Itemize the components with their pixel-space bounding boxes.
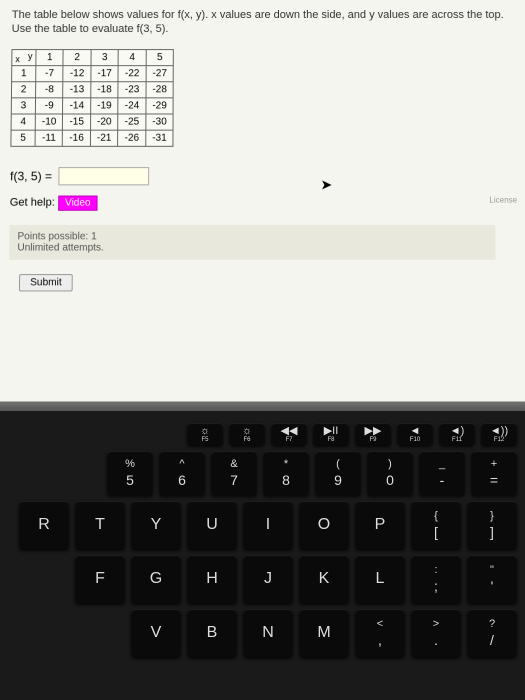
key-B: B bbox=[187, 609, 237, 657]
key-N: N bbox=[243, 609, 293, 657]
fkey-F8: ▶IIF8 bbox=[313, 423, 349, 445]
video-button[interactable]: Video bbox=[58, 195, 98, 210]
letter-row-1: RTYUIOP{[}] bbox=[0, 501, 517, 549]
help-row: Get help: Video License bbox=[10, 195, 516, 210]
letter-row-2: FGHJKL:;"' bbox=[0, 555, 517, 603]
submit-button[interactable]: Submit bbox=[19, 274, 73, 291]
fkey-F11: ◄)F11 bbox=[439, 423, 475, 445]
key-G: G bbox=[131, 555, 181, 603]
y-header: 3 bbox=[91, 49, 119, 65]
key-L: L bbox=[355, 555, 405, 603]
key-T: T bbox=[75, 501, 125, 549]
key-bracket-left: {[ bbox=[411, 501, 461, 549]
key-J: J bbox=[243, 555, 293, 603]
function-table: y x 1 2 3 4 5 1 -7 -12 -17 -22 -27 2 -8 … bbox=[10, 49, 174, 147]
key-period: >. bbox=[411, 609, 461, 657]
key-H: H bbox=[187, 555, 237, 603]
table-row: 1 -7 -12 -17 -22 -27 bbox=[12, 65, 174, 81]
key-Y: Y bbox=[131, 501, 181, 549]
table-row: 3 -9 -14 -19 -24 -29 bbox=[11, 97, 173, 113]
y-header: 5 bbox=[146, 49, 174, 65]
fkey-F7: ◀◀F7 bbox=[271, 423, 307, 445]
answer-input[interactable] bbox=[58, 167, 149, 185]
numkey-7: &7 bbox=[211, 451, 257, 495]
equation-lhs: f(3, 5) = bbox=[10, 169, 52, 183]
key-F: F bbox=[75, 555, 125, 603]
numkey-=: += bbox=[471, 451, 517, 495]
numkey-8: *8 bbox=[263, 451, 309, 495]
fkey-F12: ◄))F12 bbox=[481, 423, 517, 445]
equation-row: f(3, 5) = bbox=[10, 167, 515, 185]
table-row: 4 -10 -15 -20 -25 -30 bbox=[11, 114, 173, 130]
y-header: 4 bbox=[118, 49, 146, 65]
number-row: %5^6&7*8(9)0_-+= bbox=[0, 451, 517, 495]
fkey-F9: ▶▶F9 bbox=[355, 423, 391, 445]
key-M: M bbox=[299, 609, 349, 657]
table-row: 2 -8 -13 -18 -23 -28 bbox=[11, 81, 173, 97]
table-row: 5 -11 -16 -21 -26 -31 bbox=[11, 130, 173, 146]
function-row: ☼F5 ☼F6 ◀◀F7 ▶IIF8 ▶▶F9 ◄F10 ◄)F11 ◄))F12 bbox=[0, 423, 517, 445]
key-V: V bbox=[131, 609, 181, 657]
table-corner: y x bbox=[12, 49, 36, 65]
fkey-F6: ☼F6 bbox=[229, 423, 265, 445]
numkey-9: (9 bbox=[315, 451, 361, 495]
key-quote: "' bbox=[467, 555, 517, 603]
key-I: I bbox=[243, 501, 293, 549]
key-O: O bbox=[299, 501, 349, 549]
problem-statement: The table below shows values for f(x, y)… bbox=[12, 8, 514, 37]
key-semicolon: :; bbox=[411, 555, 461, 603]
letter-row-3: VBNM<,>.?/ bbox=[0, 609, 517, 657]
key-bracket-right: }] bbox=[467, 501, 517, 549]
fkey-F5: ☼F5 bbox=[187, 423, 223, 445]
key-P: P bbox=[355, 501, 405, 549]
y-header: 1 bbox=[36, 49, 64, 65]
numkey-6: ^6 bbox=[159, 451, 205, 495]
webpage-content: The table below shows values for f(x, y)… bbox=[0, 0, 525, 402]
key-R: R bbox=[19, 501, 69, 549]
points-box: Points possible: 1 Unlimited attempts. bbox=[9, 225, 495, 260]
points-possible: Points possible: 1 bbox=[17, 231, 487, 242]
help-label: Get help: bbox=[10, 196, 55, 208]
numkey-0: )0 bbox=[367, 451, 413, 495]
numkey--: _- bbox=[419, 451, 465, 495]
y-header: 2 bbox=[63, 49, 91, 65]
keyboard: ☼F5 ☼F6 ◀◀F7 ▶IIF8 ▶▶F9 ◄F10 ◄)F11 ◄))F12 %5^6&… bbox=[0, 411, 525, 700]
license-text: License bbox=[489, 195, 517, 204]
numkey-5: %5 bbox=[107, 451, 153, 495]
fkey-F10: ◄F10 bbox=[397, 423, 433, 445]
key-K: K bbox=[299, 555, 349, 603]
key-slash: ?/ bbox=[467, 609, 517, 657]
key-comma: <, bbox=[355, 609, 405, 657]
attempts: Unlimited attempts. bbox=[17, 242, 487, 253]
key-U: U bbox=[187, 501, 237, 549]
